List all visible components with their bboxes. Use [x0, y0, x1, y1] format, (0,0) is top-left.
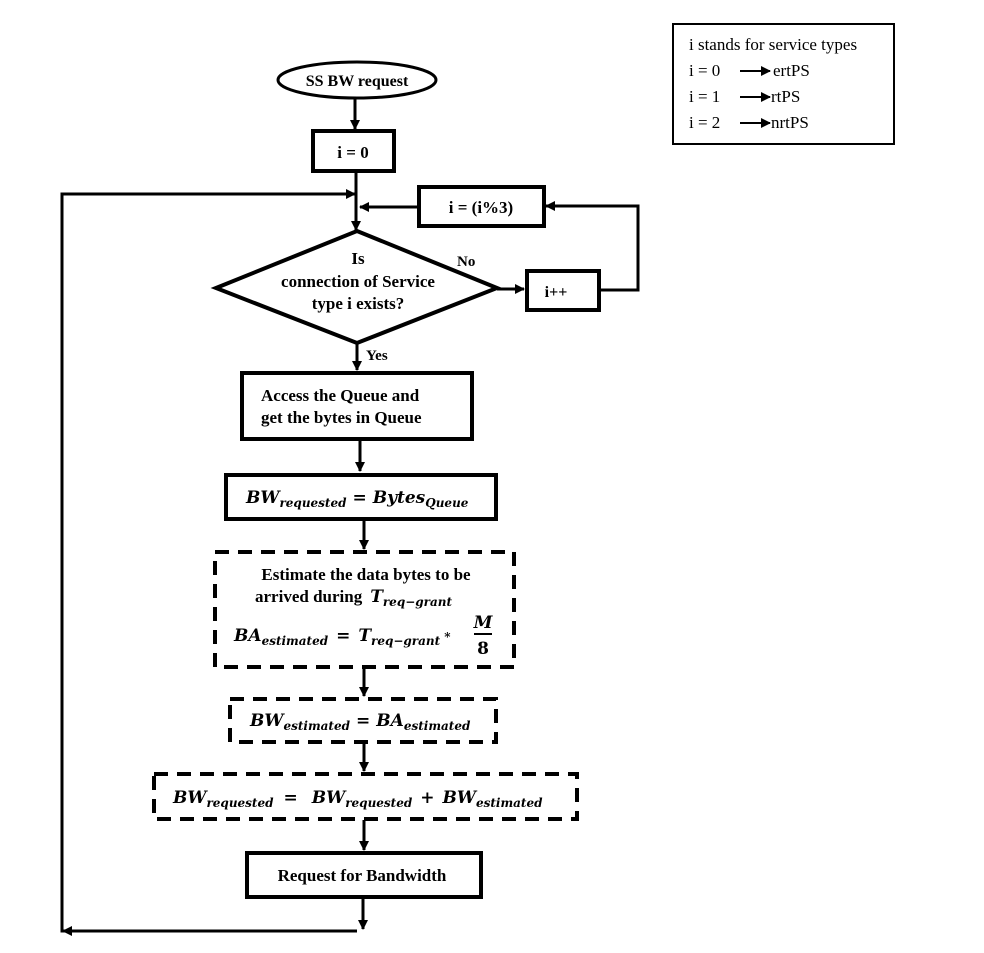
- legend-value-2: nrtPS: [771, 113, 809, 132]
- access-queue-node: Access the Queue and get the bytes in Qu…: [240, 371, 474, 441]
- start-node: SS BW request: [276, 60, 438, 100]
- modulo-node: i = (i%3): [417, 185, 546, 228]
- access-line2: get the bytes in Queue: [261, 408, 422, 427]
- access-line1: Access the Queue and: [261, 386, 420, 405]
- estimate-node: Estimate the data bytes to be arrived du…: [213, 550, 516, 669]
- legend-value-0: ertPS: [773, 61, 810, 80]
- bw-sum-node: BWrequested = BWrequested + BWestimated: [152, 772, 579, 821]
- init-label: i = 0: [337, 143, 368, 162]
- legend-key-0: i = 0: [689, 61, 720, 80]
- legend-key-1: i = 1: [689, 87, 720, 106]
- legend-box: i stands for service types i = 0 ertPS i…: [672, 23, 895, 145]
- decision-node: Is connection of Service type i exists?: [210, 228, 503, 346]
- fraction-denominator: 8: [477, 639, 489, 659]
- init-node: i = 0: [311, 129, 396, 173]
- bw-estimated-node: BWestimated = BAestimated: [228, 697, 498, 744]
- modulo-label: i = (i%3): [449, 198, 513, 217]
- legend-value-1: rtPS: [771, 87, 800, 106]
- flowchart: i stands for service types i = 0 ertPS i…: [60, 23, 895, 936]
- legend-key-2: i = 2: [689, 113, 720, 132]
- increment-node: i++: [525, 269, 601, 312]
- yes-label: Yes: [366, 348, 388, 364]
- decision-line2: connection of Service: [281, 272, 435, 291]
- increment-label: i++: [545, 284, 568, 301]
- decision-line3: type i exists?: [312, 294, 405, 313]
- estimate-line1: Estimate the data bytes to be: [261, 565, 471, 584]
- decision-line1: Is: [351, 249, 365, 268]
- request-label: Request for Bandwidth: [278, 866, 447, 885]
- fraction-numerator: M: [473, 613, 494, 633]
- no-label: No: [457, 254, 475, 270]
- request-bandwidth-node: Request for Bandwidth: [245, 851, 483, 899]
- bw-requested-node: BWrequested = BytesQueue: [224, 473, 498, 521]
- start-label: SS BW request: [306, 73, 409, 90]
- legend-title: i stands for service types: [689, 35, 857, 54]
